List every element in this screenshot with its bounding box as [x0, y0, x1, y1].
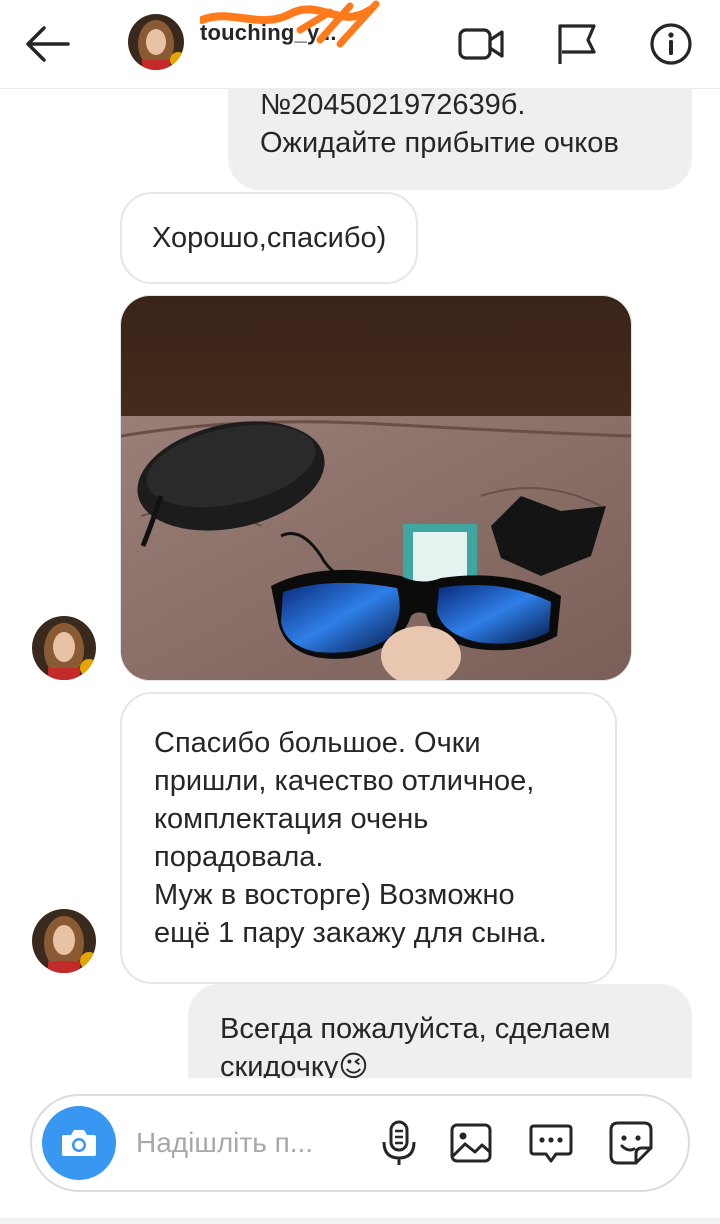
back-arrow-icon[interactable] — [20, 20, 76, 68]
flag-icon[interactable] — [550, 18, 602, 70]
message-text: Муж в восторге) Возможно — [154, 879, 515, 911]
message-bubble-incoming[interactable]: Спасибо большое. Очки пришли, качество о… — [120, 692, 617, 984]
bottom-edge — [0, 1218, 720, 1224]
avatar[interactable] — [32, 909, 96, 973]
message-composer[interactable]: Надішліть п... — [30, 1094, 690, 1192]
message-text: Спасибо большое. Очки — [154, 727, 481, 759]
microphone-icon[interactable] — [374, 1118, 424, 1168]
gallery-icon[interactable] — [446, 1118, 496, 1168]
message-bubble-incoming[interactable]: Хорошо,спасибо) — [120, 192, 419, 284]
camera-button[interactable] — [42, 1106, 116, 1180]
message-text: пришли, качество отличное, — [154, 765, 535, 797]
message-text: Ожидайте прибытие очков — [260, 127, 619, 159]
photo-message[interactable] — [120, 295, 632, 681]
chat-header: touching_y... — [0, 0, 720, 89]
message-bubble-outgoing[interactable]: Всегда пожалуйста, сделаем скидочку😉 — [188, 984, 692, 1078]
more-icon[interactable] — [526, 1118, 576, 1168]
message-text: комплектация очень — [154, 803, 429, 835]
message-text: скидочку😉 — [220, 1051, 369, 1078]
avatar[interactable] — [32, 616, 96, 680]
message-text: Всегда пожалуйста, сделаем — [220, 1013, 611, 1045]
message-text: порадовала. — [154, 841, 324, 873]
avatar[interactable] — [128, 14, 184, 70]
chat-username[interactable]: touching_y... — [200, 20, 337, 46]
message-input[interactable]: Надішліть п... — [136, 1127, 313, 1159]
message-text: Хорошо,спасибо) — [152, 222, 387, 254]
message-thread[interactable]: №2045021972639б. Ожидайте прибытие очков… — [0, 88, 720, 1078]
message-bubble-outgoing[interactable]: №2045021972639б. Ожидайте прибытие очков — [228, 88, 692, 190]
video-call-icon[interactable] — [455, 18, 507, 70]
sticker-icon[interactable] — [606, 1118, 656, 1168]
message-text: №2045021972639б. — [260, 89, 526, 121]
message-text: ещё 1 пару закажу для сына. — [154, 917, 547, 949]
camera-icon — [62, 1130, 96, 1156]
info-icon[interactable] — [645, 18, 697, 70]
